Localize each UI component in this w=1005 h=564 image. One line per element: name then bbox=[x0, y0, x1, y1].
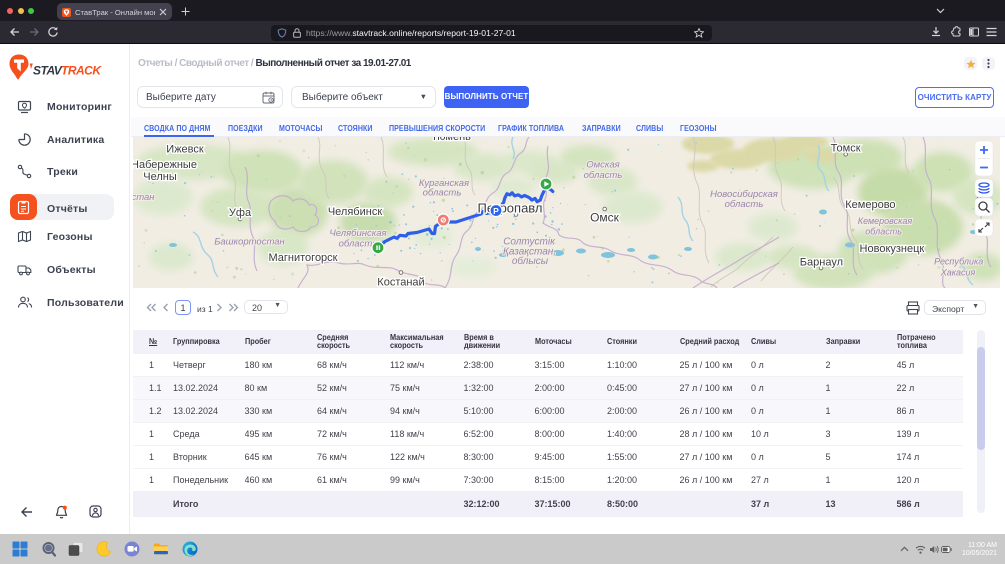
svg-text:Башкортостан: Башкортостан bbox=[214, 237, 285, 248]
svg-text:TRACK: TRACK bbox=[61, 64, 102, 78]
svg-text:область: область bbox=[423, 188, 462, 199]
svg-text:STAV: STAV bbox=[33, 64, 63, 78]
svg-text:Хакасия: Хакасия bbox=[940, 268, 976, 278]
svg-text:Кемерово: Кемерово bbox=[845, 199, 895, 211]
svg-text:Уфа: Уфа bbox=[229, 207, 252, 219]
svg-text:Костанай: Костанай bbox=[377, 277, 424, 289]
svg-text:Республика: Республика bbox=[934, 257, 983, 267]
svg-text:Петропавл: Петропавл bbox=[477, 201, 542, 216]
svg-text:P: P bbox=[493, 206, 499, 216]
svg-text:область: область bbox=[725, 199, 764, 210]
svg-text:Тюмень: Тюмень bbox=[431, 137, 471, 143]
svg-text:Новокузнецк: Новокузнецк bbox=[860, 243, 925, 255]
svg-text:область: область bbox=[865, 227, 902, 237]
svg-text:облысы: облысы bbox=[512, 255, 549, 267]
svg-text:Челябинская: Челябинская bbox=[329, 228, 386, 239]
svg-text:Омск: Омск bbox=[590, 211, 620, 225]
svg-text:Барнаул: Барнаул bbox=[800, 257, 843, 269]
svg-text:Набережные: Набережные bbox=[133, 159, 197, 171]
svg-text:Томск: Томск bbox=[831, 143, 861, 155]
svg-text:Кемеровская: Кемеровская bbox=[858, 216, 913, 226]
svg-text:Ижевск: Ижевск bbox=[166, 144, 204, 156]
svg-text:стан: стан bbox=[133, 192, 155, 203]
svg-text:Магнитогорск: Магнитогорск bbox=[269, 252, 338, 264]
svg-text:Челны: Челны bbox=[143, 171, 177, 183]
svg-text:Челябинск: Челябинск bbox=[328, 206, 382, 218]
svg-text:область: область bbox=[584, 170, 623, 181]
svg-text:Омская: Омская bbox=[586, 160, 619, 171]
